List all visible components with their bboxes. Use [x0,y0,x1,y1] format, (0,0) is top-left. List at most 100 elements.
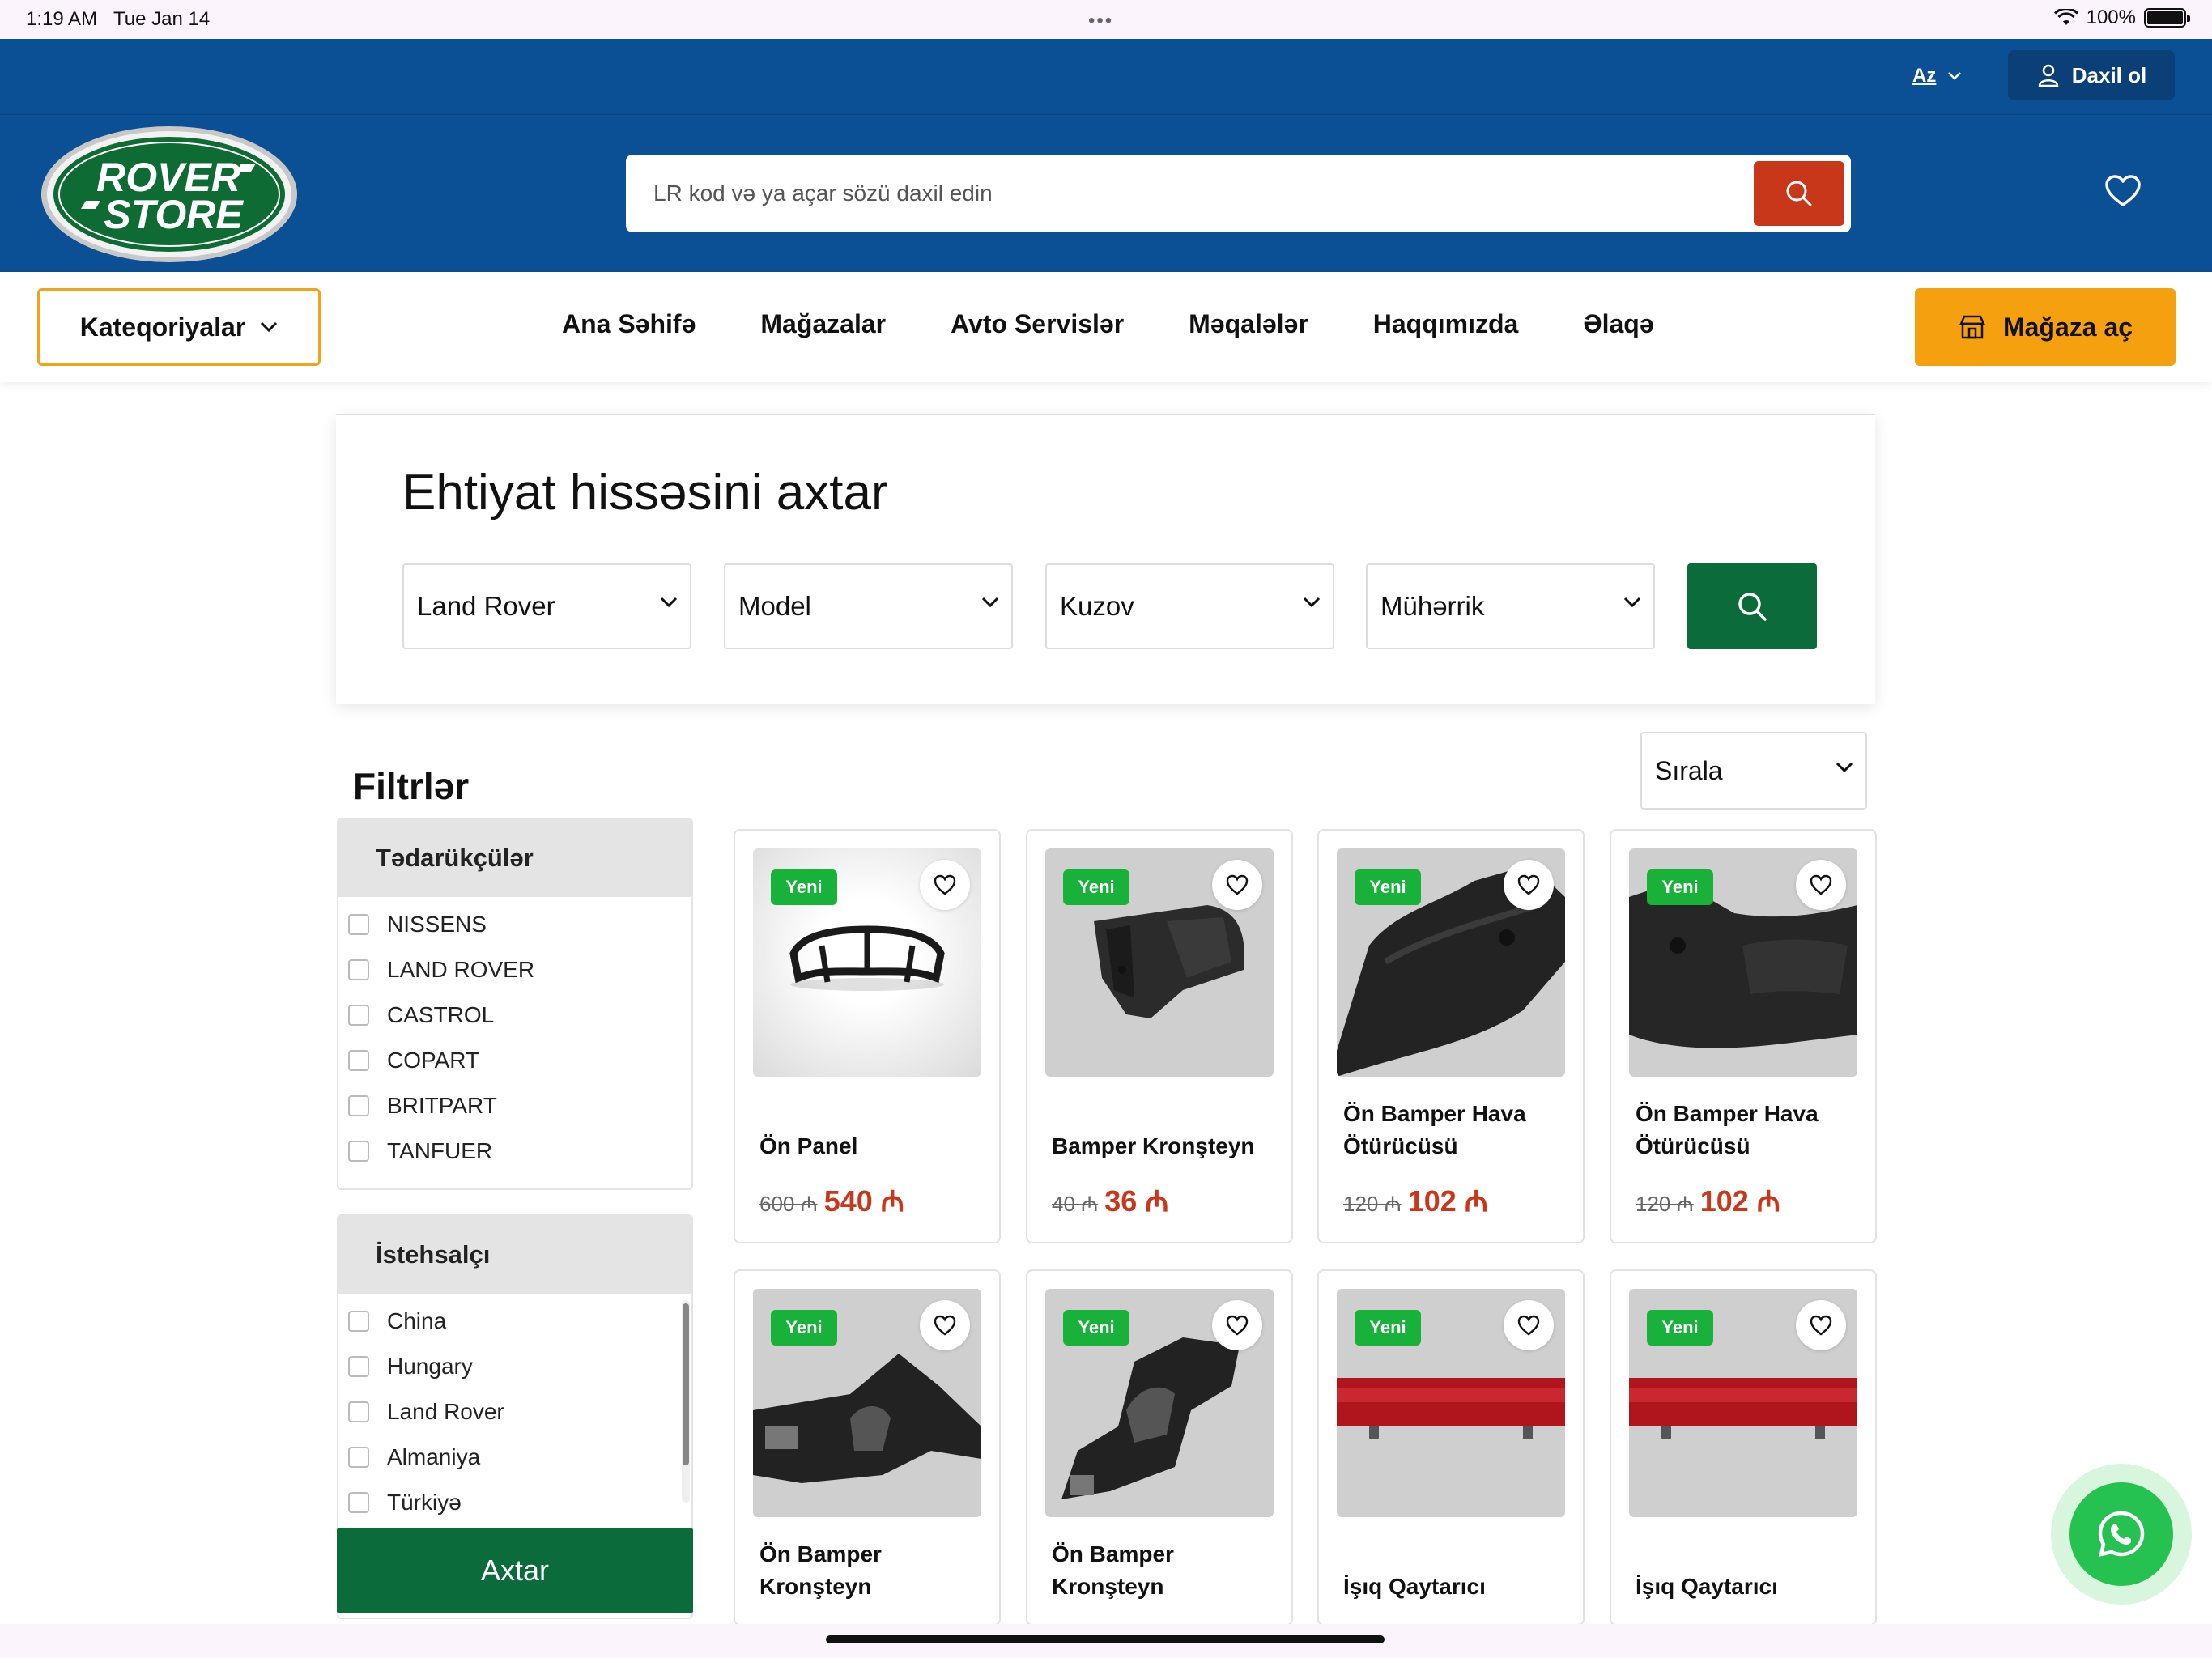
price-value: 540 [823,1184,873,1218]
nav-link-services[interactable]: Avto Servislər [951,309,1124,339]
product-card[interactable]: Yeni Ön Bamper Hava Ötürücüsü 120 ₼ 102 … [1317,829,1585,1244]
favorite-button[interactable] [1504,860,1554,910]
checkbox[interactable] [348,1095,369,1116]
new-badge: Yeni [771,869,837,905]
product-price: 120 ₼ 102 ₼ [1636,1180,1780,1220]
part-search-button[interactable] [1687,563,1817,649]
favorite-button[interactable] [1212,860,1262,910]
checkbox[interactable] [348,1141,369,1162]
current-price: 540 ₼ [824,1180,904,1220]
product-name[interactable]: İşıq Qaytarıcı [1343,1571,1570,1603]
product-image[interactable]: Yeni [1629,1289,1857,1517]
open-store-label: Mağaza aç [2002,312,2133,342]
suppliers-filter: Tədarükçülər NISSENS LAND ROVER CASTROL … [337,818,693,1190]
filter-scrollbar[interactable] [682,1300,690,1503]
favorite-button[interactable] [1796,1300,1846,1350]
home-indicator[interactable] [826,1635,1385,1643]
filter-option[interactable]: CASTROL [348,1002,494,1028]
old-price: 600 ₼ [759,1188,818,1218]
nav-link-contact[interactable]: Əlaqə [1583,309,1653,339]
favorite-button[interactable] [1212,1300,1262,1350]
heart-icon [1517,874,1540,895]
engine-select[interactable]: Mühərrik [1366,563,1655,649]
checkbox[interactable] [348,959,369,980]
filter-option-label: Land Rover [387,1399,504,1424]
favorite-button[interactable] [920,1300,970,1350]
filter-option[interactable]: Türkiyə [348,1490,462,1516]
checkbox[interactable] [348,1311,369,1332]
suppliers-filter-title[interactable]: Tədarükçülər [338,819,691,897]
product-card[interactable]: Yeni Ön Bamper Kronşteyn [734,1269,1001,1626]
whatsapp-button[interactable] [2051,1464,2192,1605]
filter-option[interactable]: Almaniya [348,1444,480,1470]
product-image[interactable]: Yeni [1629,848,1857,1077]
product-card[interactable]: Yeni Bamper Kronşteyn 40 ₼ 36 ₼ [1026,829,1293,1244]
product-card[interactable]: Yeni Ön Bamper Kronşteyn [1026,1269,1293,1626]
product-name[interactable]: Ön Bamper Hava Ötürücüsü [1636,1098,1862,1163]
product-card[interactable]: Yeni Ön Bamper Hava Ötürücüsü 120 ₼ 102 … [1610,829,1877,1244]
product-name[interactable]: Ön Bamper Kronşteyn [759,1538,986,1603]
manufacturer-filter-title[interactable]: İstehsalçı [338,1216,691,1294]
language-label: Az [1912,65,1937,87]
product-card[interactable]: Yeni Ön Panel 600 ₼ 540 ₼ [734,829,1001,1244]
checkbox[interactable] [348,1492,369,1513]
rover-store-logo[interactable]: ROVER STORE [39,125,300,264]
product-image[interactable]: Yeni [1045,1289,1274,1517]
categories-button[interactable]: Kateqoriyalar [37,288,321,366]
current-price: 36 ₼ [1104,1180,1168,1220]
checkbox[interactable] [348,1005,369,1026]
favorite-button[interactable] [1796,860,1846,910]
nav-link-articles[interactable]: Məqalələr [1189,309,1308,339]
product-name[interactable]: Ön Panel [759,1130,986,1163]
filter-option[interactable]: NISSENS [348,912,487,937]
product-card[interactable]: Yeni İşıq Qaytarıcı [1610,1269,1877,1626]
nav-link-about[interactable]: Haqqımızda [1373,309,1519,339]
nav-link-home[interactable]: Ana Səhifə [562,309,696,339]
old-price-value: 600 [759,1192,795,1216]
product-image[interactable]: Yeni [1337,1289,1565,1517]
product-name[interactable]: Ön Bamper Hava Ötürücüsü [1343,1098,1570,1163]
filter-option[interactable]: Hungary [348,1354,473,1380]
filter-option[interactable]: COPART [348,1048,479,1073]
checkbox[interactable] [348,1050,369,1071]
favorite-button[interactable] [1504,1300,1554,1350]
battery-percent: 100% [2086,6,2136,28]
nav-link-stores[interactable]: Mağazalar [760,309,886,339]
language-selector[interactable]: Az [1912,65,1962,87]
filter-option[interactable]: China [348,1308,446,1334]
filter-option[interactable]: Land Rover [348,1399,504,1425]
product-name[interactable]: Bamper Kronşteyn [1052,1130,1278,1163]
multitasking-dots[interactable]: ••• [1088,10,1113,32]
product-name[interactable]: İşıq Qaytarıcı [1636,1571,1862,1603]
filter-option[interactable]: BRITPART [348,1093,497,1119]
wishlist-heart-icon[interactable] [2105,175,2141,207]
product-price: 40 ₼ 36 ₼ [1052,1180,1168,1220]
model-select-value: Model [738,591,811,621]
search-input[interactable] [626,155,1743,232]
scrollbar-thumb[interactable] [683,1303,689,1465]
body-select[interactable]: Kuzov [1045,563,1334,649]
product-name[interactable]: Ön Bamper Kronşteyn [1052,1538,1278,1603]
brand-select[interactable]: Land Rover [402,563,691,649]
checkbox[interactable] [348,914,369,935]
model-select[interactable]: Model [724,563,1013,649]
favorite-button[interactable] [920,860,970,910]
new-badge: Yeni [1063,869,1129,905]
product-image[interactable]: Yeni [1337,848,1565,1077]
checkbox[interactable] [348,1401,369,1422]
checkbox[interactable] [348,1356,369,1377]
product-image[interactable]: Yeni [1045,848,1274,1077]
open-store-button[interactable]: Mağaza aç [1915,288,2176,366]
product-image[interactable]: Yeni [753,848,981,1077]
sort-select[interactable]: Sırala [1640,732,1867,810]
currency-symbol: ₼ [1384,1192,1402,1216]
search-button[interactable] [1754,161,1844,226]
product-card[interactable]: Yeni İşıq Qaytarıcı [1317,1269,1585,1626]
apply-filters-button[interactable]: Axtar [337,1528,693,1613]
heart-icon [934,1315,956,1336]
login-button[interactable]: Daxil ol [2008,50,2175,100]
product-image[interactable]: Yeni [753,1289,981,1517]
filter-option[interactable]: TANFUER [348,1138,492,1164]
checkbox[interactable] [348,1447,369,1468]
filter-option[interactable]: LAND ROVER [348,957,534,983]
